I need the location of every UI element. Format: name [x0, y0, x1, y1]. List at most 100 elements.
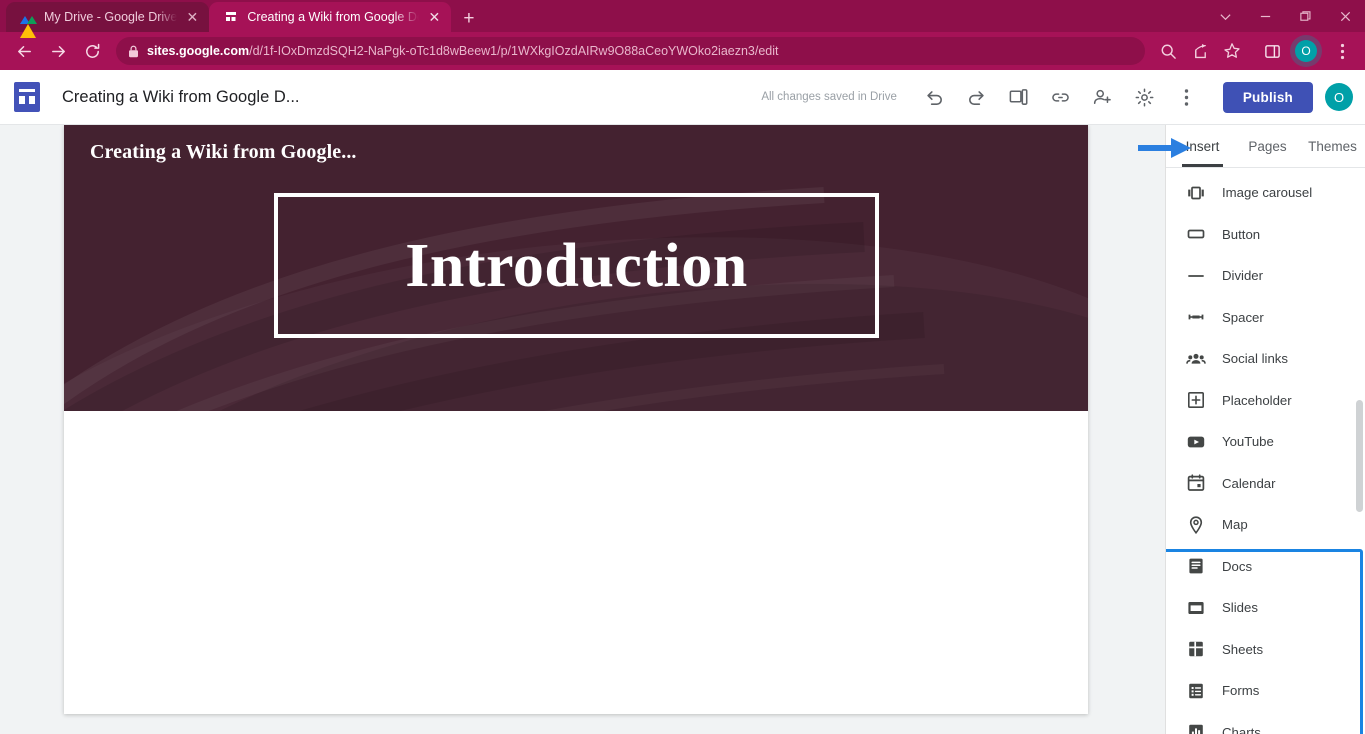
- url-domain: sites.google.com: [147, 44, 250, 58]
- url-bar[interactable]: sites.google.com/d/1f-IOxDmzdSQH2-NaPgk-…: [116, 37, 1145, 65]
- close-icon[interactable]: [1325, 0, 1365, 32]
- url-path: /d/1f-IOxDmzdSQH2-NaPgk-oTc1d8wBeew1/p/1…: [249, 44, 779, 58]
- insert-item-button[interactable]: Button: [1166, 214, 1365, 256]
- side-panel-icon[interactable]: [1257, 36, 1287, 66]
- site-canvas[interactable]: Creating a Wiki from Google... Introduct…: [0, 125, 1165, 734]
- chevron-down-icon[interactable]: [1205, 0, 1245, 32]
- forward-button[interactable]: [42, 35, 74, 67]
- preview-icon[interactable]: [999, 77, 1039, 117]
- charts-icon: [1186, 722, 1206, 734]
- insert-item-label: YouTube: [1222, 434, 1274, 450]
- bookmark-star-icon[interactable]: [1217, 36, 1247, 66]
- window-controls: [1205, 0, 1365, 32]
- editor-body: Creating a Wiki from Google... Introduct…: [0, 125, 1365, 734]
- insert-item-label: Forms: [1222, 683, 1260, 699]
- lock-icon: [128, 45, 139, 58]
- save-status: All changes saved in Drive: [761, 91, 897, 103]
- sites-icon: [223, 9, 239, 25]
- page-card[interactable]: Creating a Wiki from Google... Introduct…: [64, 125, 1088, 714]
- insert-item-label: Button: [1222, 226, 1261, 242]
- insert-item-divider[interactable]: Divider: [1166, 255, 1365, 297]
- publish-button[interactable]: Publish: [1222, 81, 1313, 113]
- insert-item-label: Spacer: [1222, 309, 1264, 325]
- maximize-icon[interactable]: [1285, 0, 1325, 32]
- youtube-icon: [1186, 432, 1206, 452]
- reload-button[interactable]: [76, 35, 108, 67]
- insert-panel: Insert Pages Themes Image carousel Butto…: [1165, 125, 1365, 734]
- more-vert-icon[interactable]: [1167, 77, 1207, 117]
- omnibox-icons: O: [1153, 36, 1357, 66]
- browser-tab-creating-a-wiki[interactable]: Creating a Wiki from Google Doc ✕: [209, 2, 452, 32]
- insert-item-charts[interactable]: Charts: [1166, 712, 1365, 734]
- browser-tab-my-drive[interactable]: My Drive - Google Drive ✕: [6, 2, 210, 38]
- insert-item-social-links[interactable]: Social links: [1166, 338, 1365, 380]
- browser-window: My Drive - Google Drive ✕ Creating a Wik…: [0, 0, 1365, 734]
- insert-item-label: Calendar: [1222, 475, 1276, 491]
- page-banner[interactable]: Creating a Wiki from Google... Introduct…: [64, 125, 1088, 411]
- tab-title: My Drive - Google Drive: [44, 10, 178, 24]
- browser-menu-icon[interactable]: [1327, 36, 1357, 66]
- insert-item-sheets[interactable]: Sheets: [1166, 629, 1365, 671]
- insert-item-calendar[interactable]: Calendar: [1166, 463, 1365, 505]
- omnibox-bar: sites.google.com/d/1f-IOxDmzdSQH2-NaPgk-…: [0, 32, 1365, 70]
- insert-item-label: Divider: [1222, 268, 1264, 284]
- insert-item-label: Slides: [1222, 600, 1258, 616]
- url-text: sites.google.com/d/1f-IOxDmzdSQH2-NaPgk-…: [147, 44, 779, 58]
- drive-icon: [20, 9, 36, 38]
- new-tab-button[interactable]: +: [451, 9, 486, 32]
- tab-themes[interactable]: Themes: [1300, 125, 1365, 167]
- share-icon[interactable]: [1185, 36, 1215, 66]
- divider-icon: [1186, 266, 1206, 286]
- redo-icon[interactable]: [957, 77, 997, 117]
- page-title[interactable]: Creating a Wiki from Google D...: [62, 88, 300, 107]
- page-title-box[interactable]: Introduction: [274, 193, 879, 338]
- site-name[interactable]: Creating a Wiki from Google...: [90, 141, 357, 164]
- tab-title: Creating a Wiki from Google Doc: [247, 10, 420, 24]
- annotation-arrow-icon: [1138, 138, 1191, 158]
- insert-item-label: Map: [1222, 517, 1248, 533]
- insert-item-label: Charts: [1222, 724, 1261, 734]
- docs-icon: [1186, 556, 1206, 576]
- insert-item-image-carousel[interactable]: Image carousel: [1166, 172, 1365, 214]
- browser-profile-avatar[interactable]: O: [1295, 40, 1317, 62]
- gear-icon[interactable]: [1125, 77, 1165, 117]
- insert-item-placeholder[interactable]: Placeholder: [1166, 380, 1365, 422]
- insert-item-youtube[interactable]: YouTube: [1166, 421, 1365, 463]
- search-icon[interactable]: [1153, 36, 1183, 66]
- insert-item-label: Sheets: [1222, 641, 1264, 657]
- undo-icon[interactable]: [915, 77, 955, 117]
- insert-item-slides[interactable]: Slides: [1166, 587, 1365, 629]
- insert-item-forms[interactable]: Forms: [1166, 670, 1365, 712]
- tab-strip: My Drive - Google Drive ✕ Creating a Wik…: [0, 0, 1365, 38]
- button-icon: [1186, 224, 1206, 244]
- placeholder-icon: [1186, 390, 1206, 410]
- insert-item-docs[interactable]: Docs: [1166, 546, 1365, 588]
- app-bar-actions: All changes saved in Drive Publish O: [761, 77, 1353, 117]
- insert-item-label: Social links: [1222, 351, 1288, 367]
- back-button[interactable]: [8, 35, 40, 67]
- tab-pages[interactable]: Pages: [1235, 125, 1300, 167]
- add-person-icon[interactable]: [1083, 77, 1123, 117]
- close-icon[interactable]: ✕: [427, 10, 441, 24]
- slides-icon: [1186, 598, 1206, 618]
- sheets-icon: [1186, 639, 1206, 659]
- forms-icon: [1186, 681, 1206, 701]
- social-links-icon: [1186, 349, 1206, 369]
- google-sites-icon[interactable]: [14, 82, 40, 112]
- close-icon[interactable]: ✕: [185, 10, 199, 24]
- insert-item-spacer[interactable]: Spacer: [1166, 297, 1365, 339]
- account-avatar[interactable]: O: [1325, 83, 1353, 111]
- sites-app-bar: Creating a Wiki from Google D... All cha…: [0, 70, 1365, 125]
- link-icon[interactable]: [1041, 77, 1081, 117]
- calendar-icon: [1186, 473, 1206, 493]
- insert-item-label: Docs: [1222, 558, 1253, 574]
- insert-item-list[interactable]: Image carousel Button Divider Spacer Soc…: [1166, 168, 1365, 734]
- spacer-icon: [1186, 307, 1206, 327]
- page-title-text: Introduction: [405, 231, 748, 300]
- minimize-icon[interactable]: [1245, 0, 1285, 32]
- insert-item-label: Placeholder: [1222, 392, 1292, 408]
- panel-scrollbar[interactable]: [1356, 400, 1363, 512]
- insert-item-label: Image carousel: [1222, 185, 1313, 201]
- insert-item-map[interactable]: Map: [1166, 504, 1365, 546]
- map-pin-icon: [1186, 515, 1206, 535]
